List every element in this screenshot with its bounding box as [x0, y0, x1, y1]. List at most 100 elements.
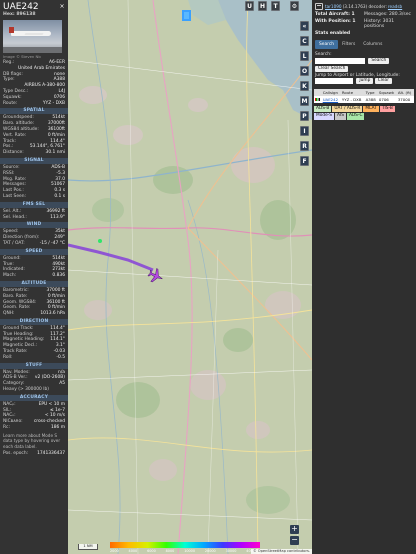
- detail-value: 186 m: [50, 425, 65, 431]
- table-row[interactable]: UAE242 YYZ - DXB A388 0706 37000: [314, 95, 414, 103]
- identity-label: Route:: [3, 100, 18, 106]
- section-header-fms-sel: FMS SEL: [0, 201, 68, 208]
- detail-label: Heavy (> 300000 lb): [3, 387, 49, 393]
- toggle-h-button[interactable]: H: [258, 1, 267, 11]
- detail-label: Mach:: [3, 273, 17, 279]
- legend-mlat[interactable]: MLAT: [363, 105, 379, 112]
- detail-row: Sel. Head.: 113.9°: [0, 215, 68, 221]
- readsb-link[interactable]: readsb: [388, 4, 402, 9]
- detail-value: 1013.6 hPa: [40, 311, 65, 317]
- aircraft-photo[interactable]: [3, 20, 62, 53]
- legend-ais[interactable]: AIS: [335, 113, 346, 120]
- detail-row: Roll: -0.5: [0, 355, 68, 361]
- section-header-stuff: STUFF: [0, 362, 68, 369]
- detail-row: Mach: 0.836: [0, 273, 68, 279]
- altitude-tick-label: 20000: [204, 549, 216, 553]
- stats-empty: [364, 31, 413, 37]
- home-marker-icon: [182, 10, 191, 21]
- map-view[interactable]: U H T ⚙ « C L O K M P I R F + − 1 NM 200…: [68, 0, 312, 554]
- altitude-legend-ticks: 200040006000800010000200003000040000+: [110, 549, 260, 553]
- detail-label: QNH:: [3, 311, 15, 317]
- row-altitude: 37000: [396, 95, 414, 103]
- toggle-p-button[interactable]: P: [300, 111, 309, 121]
- col-route[interactable]: Route: [340, 88, 365, 96]
- uae-flag-icon: [315, 98, 320, 101]
- tar1090-link[interactable]: tar1090: [325, 4, 342, 9]
- toggle-f-button[interactable]: F: [300, 156, 309, 166]
- search-button[interactable]: Search: [368, 58, 390, 64]
- toggle-k-button[interactable]: K: [300, 81, 309, 91]
- zoom-in-button[interactable]: +: [290, 525, 299, 534]
- legend-mode-s[interactable]: Mode-S: [314, 113, 334, 120]
- col-altitude[interactable]: Alt. (ft): [396, 88, 414, 96]
- settings-gear-icon[interactable]: ⚙: [290, 1, 299, 11]
- altitude-tick-label: 10000: [184, 549, 195, 553]
- mode-s-help-note: Learn more about Mode S data type by hov…: [3, 432, 61, 449]
- clear-jump-button[interactable]: Clear: [374, 78, 392, 84]
- toggle-l-button[interactable]: L: [300, 51, 309, 61]
- detail-row: Last Seen: 0.1 s: [0, 194, 68, 200]
- section-header-wind: WIND: [0, 222, 68, 229]
- toggle-u-button[interactable]: U: [245, 1, 254, 11]
- col-callsign[interactable]: Callsign: [321, 88, 341, 96]
- section-header-altitude: ALTITUDE: [0, 280, 68, 287]
- callsign-title: UAE242: [3, 2, 39, 12]
- history-positions: History: 3031 positions: [364, 18, 395, 30]
- collapse-panel-button[interactable]: «: [300, 21, 309, 31]
- detail-value: 30.1 nmi: [45, 150, 65, 156]
- detail-row: TAT / OAT: -15 / -47 °C: [0, 241, 68, 247]
- detail-value: A5: [59, 381, 65, 387]
- map-tiles: [68, 0, 312, 554]
- zoom-out-button[interactable]: −: [290, 536, 299, 545]
- detail-row: Distance: 30.1 nmi: [0, 150, 68, 156]
- col-squawk[interactable]: Squawk: [377, 88, 397, 96]
- aircraft-table: Callsign Route Type Squawk Alt. (ft) UAE…: [314, 88, 414, 103]
- col-flag[interactable]: [314, 88, 322, 96]
- map-attribution[interactable]: © OpenStreetMap contributors.: [251, 549, 312, 554]
- altitude-tick-label: 30000: [225, 549, 237, 553]
- altitude-tick-label: 8000: [165, 549, 175, 553]
- row-callsign[interactable]: UAE242: [321, 95, 341, 103]
- pos-epoch-row: Pos. epoch: 1741336437: [0, 451, 68, 457]
- detail-label: Roll:: [3, 354, 13, 360]
- stats-enabled-link[interactable]: Stats enabled: [315, 31, 364, 37]
- altitude-tick-label: 4000: [128, 549, 138, 553]
- jump-button[interactable]: Jump: [356, 78, 374, 84]
- tab-columns[interactable]: Columns: [359, 40, 386, 49]
- row-squawk: 0706: [377, 95, 397, 103]
- identity-value: YYZ - DXB: [42, 100, 65, 106]
- tab-filters[interactable]: Filters: [338, 40, 359, 49]
- toggle-c-button[interactable]: C: [300, 36, 309, 46]
- toggle-r-button[interactable]: R: [300, 141, 309, 151]
- sidebar-header: UAE242 Hex: 896138 ×: [0, 0, 68, 18]
- panel-tabs: Search Filters Columns: [315, 40, 413, 49]
- jump-input[interactable]: [315, 78, 353, 84]
- identity-row: Route: YYZ - DXB: [0, 101, 68, 107]
- with-position: With Position: 1: [315, 18, 356, 24]
- detail-value: -0.5: [56, 354, 65, 360]
- toggle-m-button[interactable]: M: [300, 96, 309, 106]
- tab-search[interactable]: Search: [315, 40, 339, 49]
- toggle-t-button[interactable]: T: [271, 1, 280, 11]
- legend-uat-ads-r[interactable]: UAT / ADS-R: [332, 105, 363, 112]
- version-header: tar1090 (3.14.1763) decoder: readsb: [312, 0, 416, 12]
- pos-epoch-value: 1741336437: [37, 451, 65, 457]
- legend-ads-c[interactable]: ADS-C: [346, 113, 365, 120]
- col-type[interactable]: Type: [364, 88, 378, 96]
- altitude-tick-label: 2000: [110, 549, 119, 553]
- receiver-stats: Total Aircraft: 1 Messages: 280.3/sec Wi…: [312, 12, 416, 36]
- identity-list: Reg.: A6-EER United Arab Emirates DB flags:…: [0, 60, 68, 106]
- legend-ads-b[interactable]: ADS-B: [314, 105, 332, 112]
- legend-tis-b[interactable]: TIS-B: [379, 105, 395, 112]
- photo-credit[interactable]: Image © Steven Nb: [0, 53, 68, 60]
- toggle-i-button[interactable]: I: [300, 126, 309, 136]
- hex-code: Hex: 896138: [3, 12, 36, 17]
- toggle-o-button[interactable]: O: [300, 66, 309, 76]
- detail-row: QNH: 1013.6 hPa: [0, 311, 68, 317]
- messages-rate: Messages: 280.3/sec: [364, 12, 411, 17]
- clear-search-button[interactable]: Clear Search: [315, 65, 349, 72]
- detail-label: Sel. Head.:: [3, 214, 27, 220]
- identity-label: Reg.:: [3, 60, 15, 65]
- search-input[interactable]: [315, 58, 365, 64]
- close-icon[interactable]: ×: [59, 3, 65, 10]
